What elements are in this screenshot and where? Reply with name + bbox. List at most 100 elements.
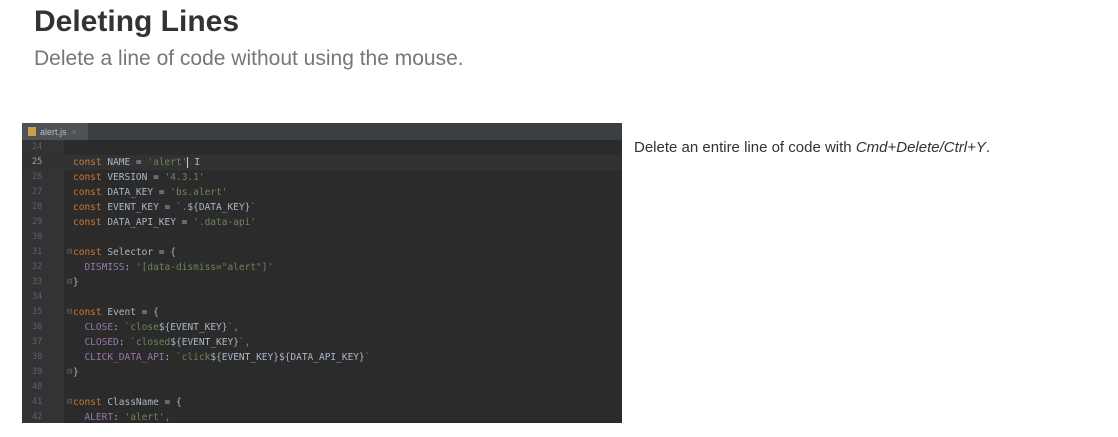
- code-token: '.data-api': [193, 217, 257, 228]
- code-token: ${EVENT_KEY}: [170, 337, 239, 348]
- code-line[interactable]: 35 ⊟ const Event = {: [22, 305, 622, 320]
- code-token: '[data-dismiss="alert"]': [135, 262, 274, 273]
- line-number: 31: [32, 247, 43, 257]
- code-line[interactable]: 33 ⊟}: [22, 275, 622, 290]
- code-token: `click: [175, 352, 211, 363]
- code-token: const: [73, 217, 108, 228]
- code-token: DISMISS: [84, 262, 125, 273]
- line-number: 27: [32, 187, 43, 197]
- code-token: :: [124, 262, 136, 273]
- code-text: const Event = {: [73, 305, 159, 320]
- code-token: Event = {: [107, 307, 159, 318]
- code-line[interactable]: 25 const NAME = 'alert' I: [22, 155, 622, 170]
- code-token: const: [73, 187, 108, 198]
- fold-marker-icon[interactable]: ⊟: [67, 395, 72, 410]
- code-line[interactable]: 36 CLOSE: `close${EVENT_KEY}`,: [22, 320, 622, 335]
- code-line[interactable]: 42 ALERT: 'alert',: [22, 410, 622, 423]
- code-line[interactable]: 34: [22, 290, 622, 305]
- line-number: 41: [32, 397, 43, 407]
- code-token: Selector = {: [107, 247, 176, 258]
- code-text: DISMISS: '[data-dismiss="alert"]': [73, 260, 273, 275]
- code-token: 'alert': [124, 412, 165, 423]
- code-line[interactable]: 39 ⊟}: [22, 365, 622, 380]
- code-line[interactable]: 38 CLICK_DATA_API: `click${EVENT_KEY}${D…: [22, 350, 622, 365]
- code-token: VERSION =: [107, 172, 165, 183]
- code-token: NAME =: [107, 157, 148, 168]
- code-token: const: [73, 202, 108, 213]
- code-text: CLOSED: `closed${EVENT_KEY}`,: [73, 335, 250, 350]
- ibeam-cursor-icon: I: [194, 157, 201, 168]
- code-token: const: [73, 172, 108, 183]
- line-number: 30: [32, 232, 43, 242]
- shortcut-description: Delete an entire line of code with Cmd+D…: [634, 138, 990, 158]
- code-line[interactable]: 29 const DATA_API_KEY = '.data-api': [22, 215, 622, 230]
- code-token: CLICK_DATA_API: [84, 352, 165, 363]
- code-token: const: [73, 157, 108, 168]
- fold-marker-icon[interactable]: ⊟: [67, 305, 72, 320]
- code-token: :: [118, 337, 131, 348]
- code-token: CLOSE: [84, 322, 114, 333]
- code-token: `: [364, 352, 371, 363]
- code-token: :: [113, 412, 125, 423]
- code-line[interactable]: 32 DISMISS: '[data-dismiss="alert"]': [22, 260, 622, 275]
- code-text: CLICK_DATA_API: `click${EVENT_KEY}${DATA…: [73, 350, 370, 365]
- code-line[interactable]: 30: [22, 230, 622, 245]
- page-subtitle: Delete a line of code without using the …: [34, 47, 464, 70]
- description-text: Delete an entire line of code with: [634, 139, 856, 156]
- code-token: :: [113, 322, 125, 333]
- line-number: 42: [32, 412, 43, 422]
- close-icon[interactable]: ×: [72, 127, 77, 137]
- code-line[interactable]: 26 const VERSION = '4.3.1': [22, 170, 622, 185]
- code-line[interactable]: 27 const DATA_KEY = 'bs.alert': [22, 185, 622, 200]
- code-token: CLOSED: [84, 337, 119, 348]
- fold-marker-icon[interactable]: ⊟: [67, 365, 72, 380]
- code-token: `: [250, 202, 257, 213]
- code-token: DATA_API_KEY =: [107, 217, 194, 228]
- description-period: .: [985, 139, 991, 156]
- editor-tab-alert-js[interactable]: alert.js ×: [22, 123, 88, 140]
- code-text: ALERT: 'alert',: [73, 410, 170, 423]
- code-token: ${EVENT_KEY}${DATA_API_KEY}: [210, 352, 365, 363]
- code-line[interactable]: 28 const EVENT_KEY = `.${DATA_KEY}`: [22, 200, 622, 215]
- code-token: `closed: [130, 337, 171, 348]
- line-number: 24: [32, 142, 43, 152]
- code-token: ,: [233, 322, 239, 333]
- code-line[interactable]: 24: [22, 140, 622, 155]
- keyboard-shortcut: Cmd+Delete/Ctrl+Y: [855, 139, 986, 156]
- code-line[interactable]: 40: [22, 380, 622, 395]
- code-text: const NAME = 'alert' I: [73, 155, 200, 170]
- code-lines: 24 25 const NAME = 'alert' I 26 const VERSION…: [22, 140, 622, 423]
- code-token: ${EVENT_KEY}: [158, 322, 228, 333]
- code-token: ,: [244, 337, 251, 348]
- code-token: }: [73, 367, 79, 378]
- fold-marker-icon[interactable]: ⊟: [67, 275, 72, 290]
- code-line[interactable]: 37 CLOSED: `closed${EVENT_KEY}`,: [22, 335, 622, 350]
- code-text: CLOSE: `close${EVENT_KEY}`,: [73, 320, 239, 335]
- code-line[interactable]: 31 ⊟ const Selector = {: [22, 245, 622, 260]
- code-token: EVENT_KEY =: [107, 202, 176, 213]
- line-number: 26: [32, 172, 43, 182]
- line-number: 40: [32, 382, 43, 392]
- code-token: ,: [164, 412, 171, 423]
- code-editor-screenshot: alert.js × 24 25 const NAME = 'alert' I 26 co…: [22, 123, 622, 423]
- code-text: }: [73, 275, 79, 290]
- code-token: ClassName = {: [107, 397, 182, 408]
- code-token: 'alert': [147, 157, 188, 168]
- code-token: ${DATA_KEY}: [187, 202, 251, 213]
- line-number: 28: [32, 202, 43, 212]
- js-file-icon: [28, 127, 36, 136]
- code-text: const ClassName = {: [73, 395, 182, 410]
- code-text: const Selector = {: [73, 245, 176, 260]
- code-token: const: [73, 397, 108, 408]
- code-token: `close: [124, 322, 159, 333]
- page-title: Deleting Lines: [34, 5, 240, 38]
- line-number: 35: [32, 307, 43, 317]
- fold-marker-icon[interactable]: ⊟: [67, 245, 72, 260]
- code-token: const: [73, 247, 108, 258]
- text-caret: [187, 157, 189, 168]
- code-line[interactable]: 41 ⊟ const ClassName = {: [22, 395, 622, 410]
- code-text: const DATA_KEY = 'bs.alert': [73, 185, 227, 200]
